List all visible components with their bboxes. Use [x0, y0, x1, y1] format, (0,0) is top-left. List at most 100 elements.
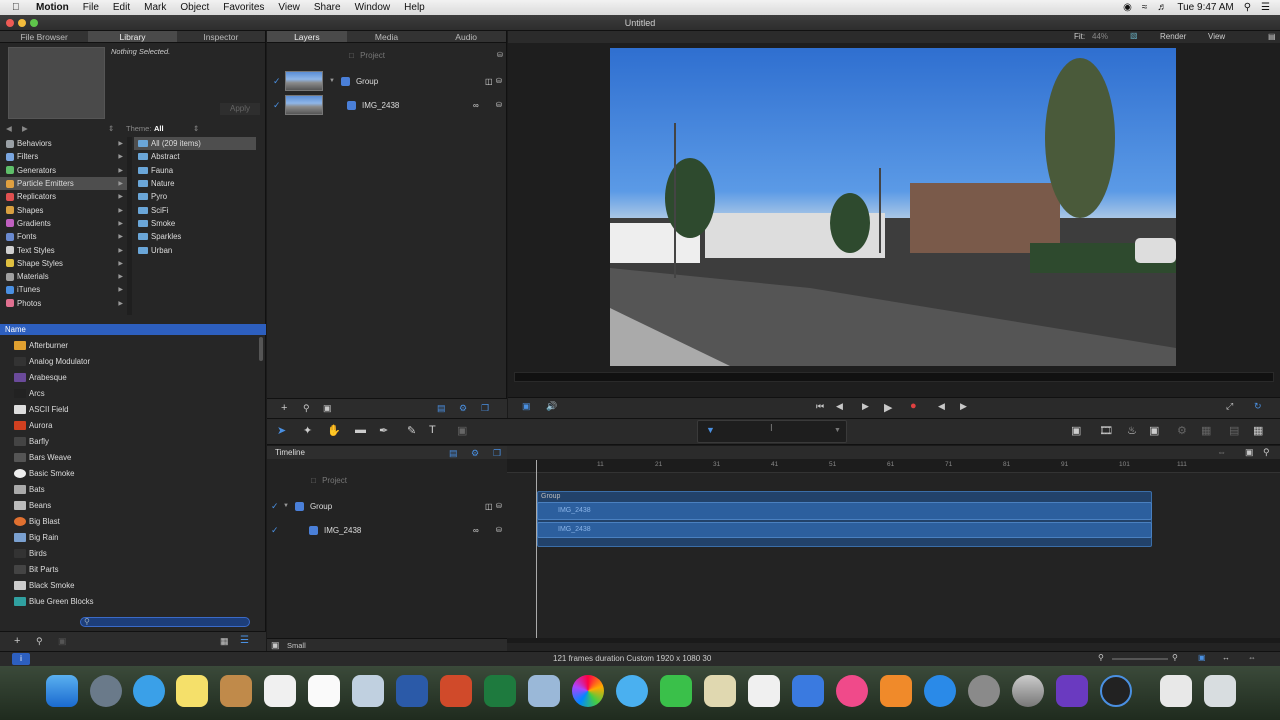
previous-frame-icon[interactable]: ◀: [836, 401, 843, 412]
grid-icon[interactable]: ▦: [1201, 424, 1211, 440]
category-replicators[interactable]: Replicators ▶: [0, 190, 127, 203]
pan-tool-icon[interactable]: ✋: [327, 424, 341, 440]
clock[interactable]: Tue 9:47 AM: [1177, 2, 1233, 13]
back-arrow-icon[interactable]: ◀: [6, 124, 12, 133]
list-item[interactable]: Aurora: [0, 417, 260, 433]
itunes-app-icon[interactable]: [836, 675, 868, 707]
list-item[interactable]: Analog Modulator: [0, 353, 260, 369]
paint-stroke-tool-icon[interactable]: ✎: [407, 424, 416, 440]
app-store-icon[interactable]: [924, 675, 956, 707]
subfolder-fauna[interactable]: Fauna: [134, 164, 256, 177]
category-fonts[interactable]: Fonts ▶: [0, 230, 127, 243]
timeline-group-checkbox[interactable]: ✓: [271, 501, 283, 512]
menu-share[interactable]: Share: [314, 2, 341, 13]
subfolder-abstract[interactable]: Abstract: [134, 150, 256, 163]
reminders-icon[interactable]: [308, 675, 340, 707]
collapse-icon[interactable]: ⇔: [1248, 653, 1256, 662]
fit-icon[interactable]: ▣: [1198, 653, 1206, 662]
list-item[interactable]: Big Rain: [0, 529, 260, 545]
list-item[interactable]: Beans: [0, 497, 260, 513]
category-behaviors[interactable]: Behaviors ▶: [0, 137, 127, 150]
menu-app[interactable]: Motion: [36, 2, 69, 13]
forward-arrow-icon[interactable]: ▶: [22, 124, 28, 133]
camera-icon[interactable]: ▣: [1071, 424, 1081, 440]
keynote-icon[interactable]: [792, 675, 824, 707]
category-filters[interactable]: Filters ▶: [0, 150, 127, 163]
fullscreen-icon[interactable]: ⤢: [1226, 401, 1233, 412]
mail-icon[interactable]: [528, 675, 560, 707]
color-channel-icon[interactable]: ▧: [1130, 31, 1138, 40]
next-keyframe-icon[interactable]: ▶: [960, 401, 967, 412]
add-icon[interactable]: +: [281, 402, 287, 414]
loop-icon[interactable]: ↻: [1254, 401, 1262, 412]
info-icon[interactable]: i: [12, 653, 30, 665]
list-item[interactable]: Bats: [0, 481, 260, 497]
text-tool-icon[interactable]: T: [429, 424, 436, 440]
name-column-header[interactable]: Name: [0, 324, 266, 335]
layers-project-row[interactable]: □ Project: [349, 51, 385, 60]
tab-inspector[interactable]: Inspector: [177, 31, 265, 42]
previous-keyframe-icon[interactable]: ◀: [938, 401, 945, 412]
quicktime-icon[interactable]: [1100, 675, 1132, 707]
mini-timeline-scrubber[interactable]: [514, 372, 1274, 382]
play-icon[interactable]: ▶: [884, 401, 892, 414]
subfolder-sparkles[interactable]: Sparkles: [134, 230, 256, 243]
lock-icon[interactable]: ⛁: [496, 101, 502, 109]
lock-icon[interactable]: ⛁: [496, 77, 502, 85]
add-icon[interactable]: +: [14, 635, 20, 647]
menu-object[interactable]: Object: [180, 2, 209, 13]
bezier-tool-icon[interactable]: ✒: [379, 424, 388, 440]
select-tool-icon[interactable]: ➤: [277, 424, 286, 440]
category-scrollbar[interactable]: [127, 137, 132, 315]
timeline-clip-checkbox[interactable]: ✓: [271, 525, 283, 536]
keyframe-icon[interactable]: ♨: [1127, 424, 1137, 440]
timeline-zoom-select[interactable]: Small: [287, 641, 306, 650]
menu-mark[interactable]: Mark: [144, 2, 166, 13]
mask-tool-icon[interactable]: ▣: [457, 424, 467, 440]
menu-view[interactable]: View: [278, 2, 300, 13]
tab-layers[interactable]: Layers: [267, 31, 347, 42]
maps-icon[interactable]: [704, 675, 736, 707]
duplicate-icon[interactable]: ❐: [493, 448, 501, 459]
trash-icon[interactable]: [1204, 675, 1236, 707]
powerpoint-icon[interactable]: [440, 675, 472, 707]
category-shapes[interactable]: Shapes ▶: [0, 203, 127, 216]
timeline-view-icon[interactable]: ▤: [449, 448, 458, 459]
apple-icon[interactable]: : [12, 2, 26, 13]
rectangle-tool-icon[interactable]: ▬: [355, 424, 366, 440]
duplicate-icon[interactable]: ❐: [481, 403, 489, 414]
category-materials[interactable]: Materials ▶: [0, 270, 127, 283]
disclosure-triangle-icon[interactable]: ▼: [283, 503, 289, 509]
safe-zone-icon[interactable]: ▣: [522, 401, 531, 412]
layer-view-icon[interactable]: ▤: [437, 403, 446, 414]
layer-clip-checkbox[interactable]: ✓: [273, 100, 285, 111]
calendar-icon[interactable]: [264, 675, 296, 707]
notes-icon[interactable]: [176, 675, 208, 707]
spotlight-icon[interactable]: ⚲: [1244, 2, 1251, 13]
disclosure-triangle-icon[interactable]: ▼: [329, 78, 335, 84]
tab-audio[interactable]: Audio: [426, 31, 506, 42]
timeline-project-row[interactable]: □ Project: [267, 476, 507, 490]
audio-icon[interactable]: 🔊: [546, 401, 557, 412]
canvas-viewer[interactable]: [610, 48, 1176, 366]
menu-file[interactable]: File: [83, 2, 99, 13]
film-icon[interactable]: 🎞: [1099, 424, 1113, 440]
subfolder-nature[interactable]: Nature: [134, 177, 256, 190]
record-icon[interactable]: ◉: [1123, 2, 1132, 13]
subfolder-scifi[interactable]: SciFi: [134, 203, 256, 216]
search-icon[interactable]: ⚲: [1263, 447, 1270, 458]
category-itunes[interactable]: iTunes ▶: [0, 283, 127, 296]
finder-icon[interactable]: [46, 675, 78, 707]
list-item[interactable]: Black Smoke: [0, 577, 260, 593]
category-shape-styles[interactable]: Shape Styles ▶: [0, 257, 127, 270]
music-file-icon[interactable]: [1160, 675, 1192, 707]
fit-zoom-select[interactable]: 44%: [1092, 32, 1108, 41]
lock-icon[interactable]: ⛁: [496, 502, 502, 510]
category-photos[interactable]: Photos ▶: [0, 297, 127, 310]
zoom-out-icon[interactable]: ⚲: [1098, 653, 1104, 662]
record-icon[interactable]: ●: [910, 400, 917, 412]
list-item[interactable]: Arabesque: [0, 369, 260, 385]
timeline-ruler[interactable]: 11 21 31 41 51 61 71 81 91 101 111: [507, 459, 1280, 473]
theme-select[interactable]: All: [154, 124, 164, 133]
gear-icon[interactable]: ⚙: [459, 403, 467, 414]
